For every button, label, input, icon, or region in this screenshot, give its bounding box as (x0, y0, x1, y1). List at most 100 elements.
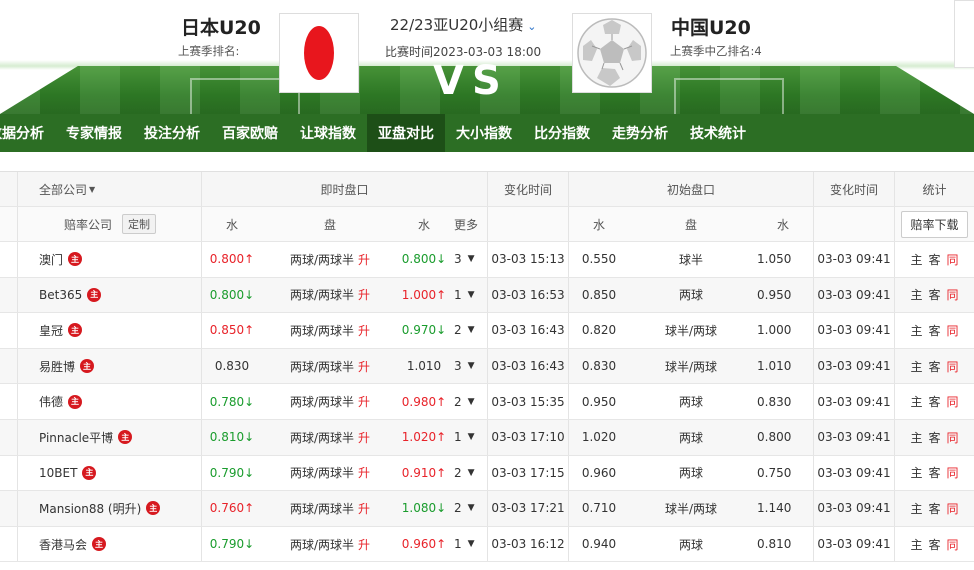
stat-same-link[interactable]: 同 (947, 500, 959, 517)
stat-home-link[interactable]: 主 (910, 500, 922, 517)
nav-tab-8[interactable]: 走势分析 (601, 114, 679, 152)
company-cell[interactable]: 香港马会 主 (18, 526, 202, 562)
chevron-down-icon[interactable]: ⌄ (527, 20, 536, 33)
more-dropdown[interactable]: 2 ▼ (450, 455, 488, 491)
nav-tab-7[interactable]: 比分指数 (523, 114, 601, 152)
caret-down-icon[interactable]: ▼ (468, 361, 475, 371)
more-count[interactable]: 2 (454, 466, 462, 480)
stat-home-link[interactable]: 主 (910, 251, 922, 268)
caret-down-icon[interactable]: ▼ (89, 185, 95, 194)
more-dropdown[interactable]: 3 ▼ (450, 348, 488, 384)
nav-tab-2[interactable]: 投注分析 (133, 114, 211, 152)
more-dropdown[interactable]: 2 ▼ (450, 491, 488, 526)
table-row: Mansion88 (明升) 主 0.760 ↑ 两球/两球半升 1.080 ↓ 2… (0, 491, 974, 527)
nav-tab-1[interactable]: 专家情报 (55, 114, 133, 152)
stat-same-link[interactable]: 同 (947, 251, 959, 268)
nav-tab-0[interactable]: 数据分析 (0, 114, 55, 152)
caret-down-icon[interactable]: ▼ (468, 432, 475, 442)
nav-tab-6[interactable]: 大小指数 (445, 114, 523, 152)
company-name[interactable]: 易胜博 (39, 358, 75, 375)
caret-down-icon[interactable]: ▼ (468, 503, 475, 513)
more-count[interactable]: 3 (454, 252, 462, 266)
stat-away-link[interactable]: 客 (928, 251, 940, 268)
odds-download-button[interactable]: 赔率下载 (901, 210, 968, 238)
table-header-row-2: 赔率公司 定制 水 盘 水 更多 水 盘 水 赔率下载 (0, 207, 974, 242)
stat-same-link[interactable]: 同 (947, 286, 959, 303)
more-count[interactable]: 1 (454, 288, 462, 302)
nav-tab-5[interactable]: 亚盘对比 (367, 114, 445, 152)
nav-tab-4[interactable]: 让球指数 (289, 114, 367, 152)
caret-down-icon[interactable]: ▼ (468, 397, 475, 407)
caret-down-icon[interactable]: ▼ (468, 254, 475, 264)
live-water-home-value: 0.780 (209, 394, 245, 409)
stat-home-link[interactable]: 主 (910, 393, 922, 410)
live-water-away-value: 0.960 (401, 537, 437, 552)
stat-away-link[interactable]: 客 (928, 286, 940, 303)
stat-away-link[interactable]: 客 (928, 322, 940, 339)
company-filter[interactable]: 全部公司 ▼ (18, 172, 202, 206)
table-row: Bet365 主 0.800 ↓ 两球/两球半升 1.000 ↑ 1 ▼ 03-03 … (0, 277, 974, 314)
company-name[interactable]: 澳门 (39, 251, 63, 268)
more-count[interactable]: 2 (454, 395, 462, 409)
row-gutter (0, 172, 18, 206)
stat-same-link[interactable]: 同 (947, 358, 959, 375)
company-cell[interactable]: 伟德 主 (18, 384, 202, 419)
company-cell[interactable]: 澳门 主 (18, 242, 202, 277)
stat-same-link[interactable]: 同 (947, 429, 959, 446)
stat-same-link[interactable]: 同 (947, 322, 959, 339)
stat-away-link[interactable]: 客 (928, 500, 940, 517)
caret-down-icon[interactable]: ▼ (468, 290, 475, 300)
company-cell[interactable]: Pinnacle平博 主 (18, 419, 202, 455)
company-name[interactable]: 10BET (39, 466, 77, 480)
company-name[interactable]: Mansion88 (明升) (39, 500, 141, 517)
company-cell[interactable]: Bet365 主 (18, 277, 202, 313)
company-name[interactable]: 皇冠 (39, 322, 63, 339)
stat-away-link[interactable]: 客 (928, 358, 940, 375)
match-title[interactable]: 22/23亚U20小组赛 ⌄ (390, 14, 537, 35)
caret-down-icon[interactable]: ▼ (468, 539, 475, 549)
company-cell[interactable]: 皇冠 主 (18, 313, 202, 348)
company-cell[interactable]: Mansion88 (明升) 主 (18, 491, 202, 526)
stat-same-link[interactable]: 同 (947, 393, 959, 410)
stat-home-link[interactable]: 主 (910, 286, 922, 303)
home-team-name[interactable]: 日本U20 (181, 13, 261, 40)
stat-home-link[interactable]: 主 (910, 429, 922, 446)
company-cell[interactable]: 10BET 主 (18, 455, 202, 491)
caret-down-icon[interactable]: ▼ (468, 468, 475, 478)
stat-home-link[interactable]: 主 (910, 322, 922, 339)
company-name[interactable]: Bet365 (39, 288, 82, 302)
company-name[interactable]: Pinnacle平博 (39, 429, 113, 446)
home-team-logo[interactable] (279, 13, 359, 93)
company-name[interactable]: 香港马会 (39, 536, 87, 553)
stat-away-link[interactable]: 客 (928, 464, 940, 481)
more-dropdown[interactable]: 1 ▼ (450, 526, 488, 562)
more-count[interactable]: 3 (454, 359, 462, 373)
more-dropdown[interactable]: 2 ▼ (450, 384, 488, 419)
stat-home-link[interactable]: 主 (910, 536, 922, 553)
more-dropdown[interactable]: 1 ▼ (450, 419, 488, 455)
more-count[interactable]: 2 (454, 323, 462, 337)
more-dropdown[interactable]: 3 ▼ (450, 242, 488, 277)
nav-tab-9[interactable]: 技术统计 (679, 114, 757, 152)
company-name[interactable]: 伟德 (39, 393, 63, 410)
away-team-logo[interactable] (572, 13, 652, 93)
more-dropdown[interactable]: 1 ▼ (450, 277, 488, 313)
customize-button[interactable]: 定制 (122, 214, 157, 234)
nav-tab-3[interactable]: 百家欧赔 (211, 114, 289, 152)
live-water-away-value: 1.000 (401, 287, 437, 302)
company-filter-label[interactable]: 全部公司 (39, 181, 87, 198)
stat-away-link[interactable]: 客 (928, 393, 940, 410)
stat-away-link[interactable]: 客 (928, 429, 940, 446)
stat-same-link[interactable]: 同 (947, 536, 959, 553)
caret-down-icon[interactable]: ▼ (468, 325, 475, 335)
more-dropdown[interactable]: 2 ▼ (450, 313, 488, 348)
more-count[interactable]: 1 (454, 537, 462, 551)
stat-home-link[interactable]: 主 (910, 464, 922, 481)
company-cell[interactable]: 易胜博 主 (18, 348, 202, 384)
more-count[interactable]: 2 (454, 501, 462, 515)
stat-same-link[interactable]: 同 (947, 464, 959, 481)
stat-away-link[interactable]: 客 (928, 536, 940, 553)
away-team-name[interactable]: 中国U20 (671, 13, 751, 40)
more-count[interactable]: 1 (454, 430, 462, 444)
stat-home-link[interactable]: 主 (910, 358, 922, 375)
